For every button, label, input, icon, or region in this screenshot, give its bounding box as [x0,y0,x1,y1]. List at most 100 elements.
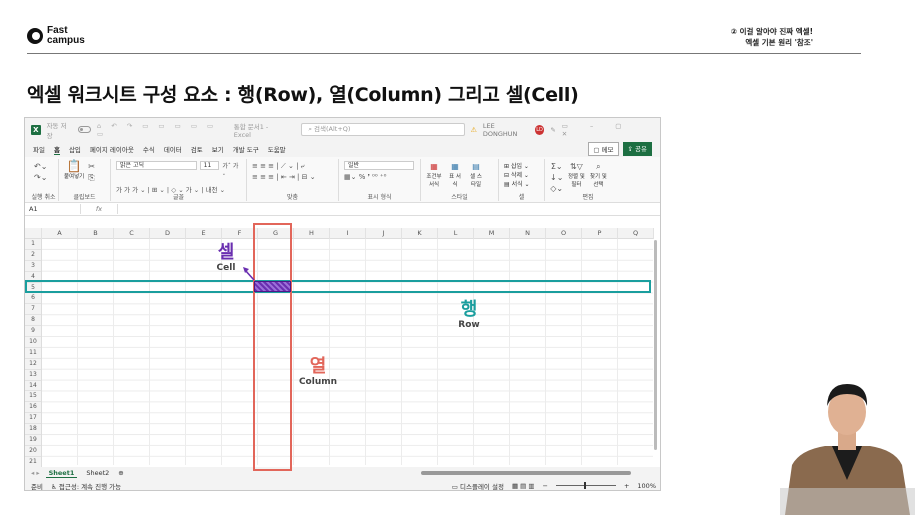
cell-area[interactable] [42,239,653,465]
column-header-l[interactable]: L [438,228,474,239]
select-all-corner[interactable] [25,228,42,239]
zoom-out-icon[interactable]: − [543,482,548,490]
menu-home[interactable]: 홈 [53,144,60,155]
column-header-a[interactable]: A [42,228,78,239]
cell-label-ko: 셀 [217,242,235,263]
menu-page-layout[interactable]: 페이지 레이아웃 [90,144,134,154]
format-as-table-button[interactable]: ▦ 표 서식 [448,161,462,188]
sheet-nav-icons[interactable]: ◂ ▸ [31,469,40,477]
user-name[interactable]: LEE DONGHUN [483,122,529,138]
row-header-12[interactable]: 12 [25,359,41,370]
vertical-scrollbar[interactable] [654,240,657,450]
column-header-e[interactable]: E [186,228,222,239]
row-annotation: 행 Row [452,300,486,331]
column-header-p[interactable]: P [582,228,618,239]
format-cells-button[interactable]: ▤ 서식 ⌄ [504,179,539,188]
warning-icon[interactable]: ⚠ [471,126,477,134]
redo-icon[interactable]: ↷⌄ [34,172,53,183]
search-input[interactable]: ⌕ 검색(Alt+Q) [301,123,465,136]
column-header-b[interactable]: B [78,228,114,239]
pen-icon[interactable]: ✎ [550,126,555,134]
delete-cells-button[interactable]: ⊟ 삭제 ⌄ [504,170,539,179]
status-ready: 준비 [31,482,43,491]
row-header-3[interactable]: 3 [25,261,41,272]
memo-button[interactable]: ▢ 메모 [588,142,619,156]
number-format-select[interactable]: 일반 [344,161,414,170]
font-name-select[interactable]: 맑은 고딕 [116,161,197,170]
row-header-10[interactable]: 10 [25,337,41,348]
menu-file[interactable]: 파일 [33,144,45,154]
paste-button[interactable]: 📋 붙여넣기 [64,160,84,180]
row-header-18[interactable]: 18 [25,424,41,436]
column-header-n[interactable]: N [510,228,546,239]
formula-input[interactable] [117,204,660,214]
cell-highlight [254,281,291,292]
row-header-16[interactable]: 16 [25,402,41,414]
row-header-19[interactable]: 19 [25,435,41,446]
menu-insert[interactable]: 삽입 [69,144,81,154]
zoom-level[interactable]: 100% [637,482,656,490]
display-settings[interactable]: ▭ 디스플레이 설정 [452,481,504,491]
horizontal-scrollbar[interactable] [421,471,631,475]
row-header-1[interactable]: 1 [25,239,41,250]
sort-filter-button[interactable]: ⇅▽ 정렬 및 필터 [567,161,585,194]
sum-fill-clear-icons[interactable]: Σ⌄ ↓⌄ ◇⌄ [550,161,563,194]
row-header-7[interactable]: 7 [25,304,41,316]
font-grow-shrink-icons[interactable]: 가ˆ 가ˇ [222,161,241,183]
menu-view[interactable]: 보기 [212,144,224,154]
align-top-icons[interactable]: ≡ ≡ ≡ | ⟋ ⌄ | ⤶ [252,161,333,172]
conditional-format-button[interactable]: ▦ 조건부 서식 [426,161,442,188]
sheet-tab-sheet2[interactable]: Sheet2 [83,469,112,477]
align-bottom-icons[interactable]: ≡ ≡ ≡ | ⇤ ⇥ | ⊟ ⌄ [252,172,333,183]
avatar[interactable]: LD [534,124,545,135]
column-header-c[interactable]: C [114,228,150,239]
column-header-h[interactable]: H [294,228,330,239]
autosave-toggle[interactable] [77,126,91,133]
column-header-d[interactable]: D [150,228,186,239]
insert-cells-button[interactable]: ⊞ 삽입 ⌄ [504,161,539,170]
row-header-8[interactable]: 8 [25,315,41,327]
zoom-in-icon[interactable]: + [624,482,629,490]
column-header-m[interactable]: M [474,228,510,239]
row-header-17[interactable]: 17 [25,413,41,425]
add-sheet-icon[interactable]: ⊕ [118,469,123,477]
find-select-button[interactable]: ⌕ 찾기 및 선택 [589,161,607,194]
column-header-j[interactable]: J [366,228,402,239]
cell-style-button[interactable]: ▤ 셀 스타일 [468,161,484,188]
menu-data[interactable]: 데이터 [164,144,182,154]
font-size-select[interactable]: 11 [199,161,220,170]
row-label-en: Row [458,320,480,330]
row-header-2[interactable]: 2 [25,250,41,261]
row-header-9[interactable]: 9 [25,326,41,338]
menu-help[interactable]: 도움말 [268,144,286,154]
row-header-20[interactable]: 20 [25,446,41,457]
column-header-q[interactable]: Q [618,228,654,239]
menu-developer[interactable]: 개발 도구 [233,144,259,154]
column-header-k[interactable]: K [402,228,438,239]
share-icon: ⇪ [627,145,636,153]
cut-copy-format-icons[interactable]: ✂ ⎘ [88,161,95,183]
number-format-icons[interactable]: ▦⌄ % ❜ ⁰⁰ ⁺⁰ [344,172,415,183]
row-header-11[interactable]: 11 [25,348,41,359]
logo-line2: campus [47,35,85,46]
row-header-14[interactable]: 14 [25,381,41,392]
window-controls[interactable]: ▭ – ▢ ✕ [562,122,654,138]
row-header-15[interactable]: 15 [25,391,41,403]
undo-icon[interactable]: ↶⌄ [34,161,53,172]
name-box[interactable]: A1 [25,204,81,214]
accessibility-status[interactable]: ♿ 접근성: 계속 진행 가능 [51,481,121,491]
quick-access-icons[interactable]: ⌂ ↶ ↷ ▭ ▭ ▭ ▭ ▭ ▭ [97,122,228,138]
conditional-format-icon: ▦ [430,162,438,171]
share-button[interactable]: ⇪ 공유 [622,142,652,156]
ribbon-group-edit: Σ⌄ ↓⌄ ◇⌄ ⇅▽ 정렬 및 필터 ⌕ 찾기 및 선택 편집 [545,159,631,201]
row-header-13[interactable]: 13 [25,370,41,381]
column-header-o[interactable]: O [546,228,582,239]
view-mode-icons[interactable]: ▦ ▤ ▥ [512,482,535,490]
column-header-i[interactable]: I [330,228,366,239]
row-header-6[interactable]: 6 [25,293,41,305]
menu-formulas[interactable]: 수식 [143,144,155,154]
zoom-slider[interactable] [555,482,616,489]
menu-review[interactable]: 검토 [191,144,203,154]
fx-icon[interactable]: fx [81,205,117,213]
sheet-tab-sheet1[interactable]: Sheet1 [45,469,78,478]
